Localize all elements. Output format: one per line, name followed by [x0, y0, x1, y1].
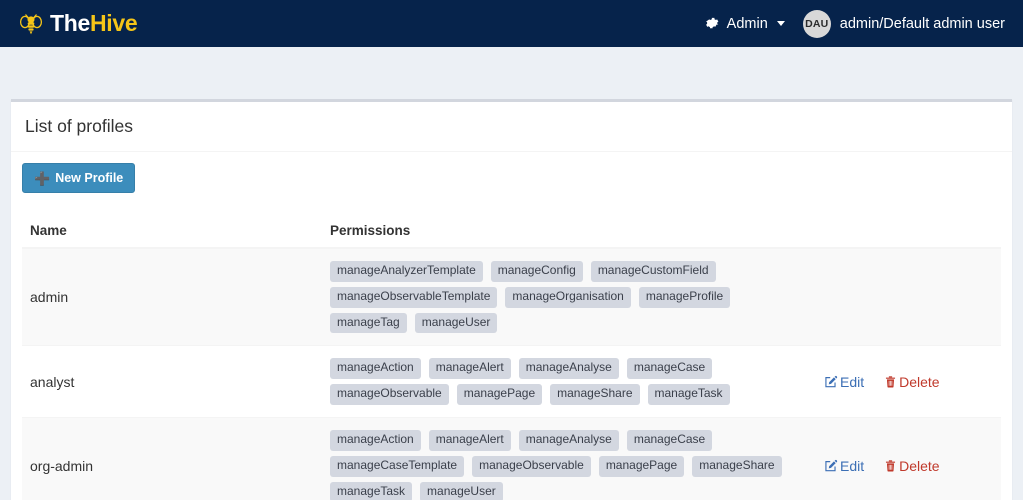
table-header-row: Name Permissions	[22, 215, 1001, 249]
permission-badge: manageConfig	[490, 261, 583, 282]
row-action-group: Edit Delete	[824, 374, 993, 390]
plus-icon: ➕	[34, 170, 51, 186]
user-menu-label: admin/Default admin user	[839, 15, 1005, 32]
permission-badge: manageCaseTemplate	[330, 455, 465, 477]
cell-profile-name: admin	[22, 247, 322, 346]
card-header: List of profiles	[11, 102, 1012, 152]
admin-menu-label: Admin	[726, 15, 768, 32]
navbar-right-group: Admin DAU admin/Default admin user	[695, 6, 1013, 42]
permission-badge: manageAlert	[428, 358, 511, 380]
edit-icon	[824, 375, 838, 389]
row-action-group: Edit Delete	[824, 458, 993, 474]
gear-icon	[705, 16, 720, 31]
column-header-permissions: Permissions	[322, 215, 816, 249]
permission-badge: manageAction	[330, 358, 421, 380]
cell-actions: Edit Delete	[816, 416, 1001, 500]
permission-badge: manageAnalyse	[518, 358, 619, 380]
page-content: List of profiles ➕ New Profile Name Perm…	[0, 99, 1023, 500]
permission-badge-list: manageAnalyzerTemplate manageConfig manage…	[330, 261, 808, 334]
profiles-table: Name Permissions admin manageAnalyzerTemp…	[22, 215, 1001, 500]
new-profile-button[interactable]: ➕ New Profile	[22, 163, 136, 193]
delete-button[interactable]: Delete	[884, 458, 940, 475]
permission-badge: managePage	[598, 455, 685, 477]
edit-button[interactable]: Edit	[824, 458, 864, 474]
cell-permissions: manageAction manageAlert manageAnalyse mana…	[322, 416, 816, 500]
permission-badge: manageAlert	[428, 429, 511, 451]
permission-badge: manageShare	[692, 455, 782, 477]
brand-logo[interactable]: TheHive	[18, 10, 138, 38]
permission-badge: managePage	[456, 384, 543, 405]
cell-permissions: manageAction manageAlert manageAnalyse mana…	[322, 345, 816, 418]
permission-badge: manageTask	[330, 481, 413, 500]
edit-icon	[824, 459, 838, 473]
permission-badge: manageAnalyzerTemplate	[330, 261, 483, 282]
delete-button-label: Delete	[899, 373, 940, 390]
cell-actions: Edit Delete	[816, 345, 1001, 418]
edit-button[interactable]: Edit	[824, 374, 864, 390]
permission-badge: manageUser	[420, 481, 503, 500]
permission-badge: manageObservable	[472, 455, 591, 477]
column-header-actions	[816, 215, 1001, 249]
permission-badge: manageOrganisation	[505, 286, 631, 308]
page-title: List of profiles	[25, 116, 133, 136]
permission-badge: manageUser	[414, 312, 498, 334]
table-row: analyst manageAction manageAlert manageAnal…	[22, 345, 1001, 418]
permission-badge: manageCase	[626, 429, 713, 451]
permission-badge: manageObservable	[330, 384, 449, 405]
trash-icon	[884, 375, 897, 389]
avatar: DAU	[802, 9, 831, 38]
delete-button-label: Delete	[899, 458, 940, 475]
permission-badge: manageShare	[550, 384, 640, 405]
edit-button-label: Edit	[840, 458, 865, 475]
user-menu-button[interactable]: DAU admin/Default admin user	[795, 6, 1013, 42]
table-row: org-admin manageAction manageAlert manageAn…	[22, 416, 1001, 500]
brand-text: TheHive	[50, 10, 138, 36]
permission-badge-list: manageAction manageAlert manageAnalyse mana…	[330, 429, 808, 500]
card-body: ➕ New Profile Name Permissions admin mana…	[11, 152, 1012, 500]
permission-badge-list: manageAction manageAlert manageAnalyse mana…	[330, 358, 808, 405]
delete-button[interactable]: Delete	[884, 373, 940, 390]
cell-actions	[816, 247, 1001, 346]
permission-badge: manageTask	[647, 384, 730, 405]
profiles-card: List of profiles ➕ New Profile Name Perm…	[11, 99, 1012, 500]
permission-badge: manageObservableTemplate	[330, 286, 498, 308]
brand-text-the: The	[50, 10, 90, 36]
cell-profile-name: analyst	[22, 345, 322, 418]
admin-menu-button[interactable]: Admin	[695, 10, 795, 38]
new-profile-button-label: New Profile	[55, 171, 124, 185]
edit-button-label: Edit	[840, 373, 865, 390]
permission-badge: manageCase	[626, 358, 713, 380]
top-navbar: TheHive Admin DAU admin/Default admin us…	[0, 0, 1023, 47]
cell-permissions: manageAnalyzerTemplate manageConfig manage…	[322, 247, 816, 346]
permission-badge: manageProfile	[638, 286, 731, 308]
permission-badge: manageAnalyse	[518, 429, 619, 451]
table-row: admin manageAnalyzerTemplate manageConfig m…	[22, 247, 1001, 346]
column-header-name: Name	[22, 215, 322, 249]
cell-profile-name: org-admin	[22, 416, 322, 500]
chevron-down-icon	[776, 21, 785, 26]
permission-badge: manageTag	[330, 312, 407, 334]
table-head: Name Permissions	[22, 215, 1001, 249]
trash-icon	[884, 459, 897, 473]
permission-badge: manageAction	[330, 429, 421, 451]
brand-text-hive: Hive	[90, 10, 138, 36]
permission-badge: manageCustomField	[590, 261, 716, 282]
bee-icon	[18, 10, 44, 38]
table-body: admin manageAnalyzerTemplate manageConfig m…	[22, 247, 1001, 500]
